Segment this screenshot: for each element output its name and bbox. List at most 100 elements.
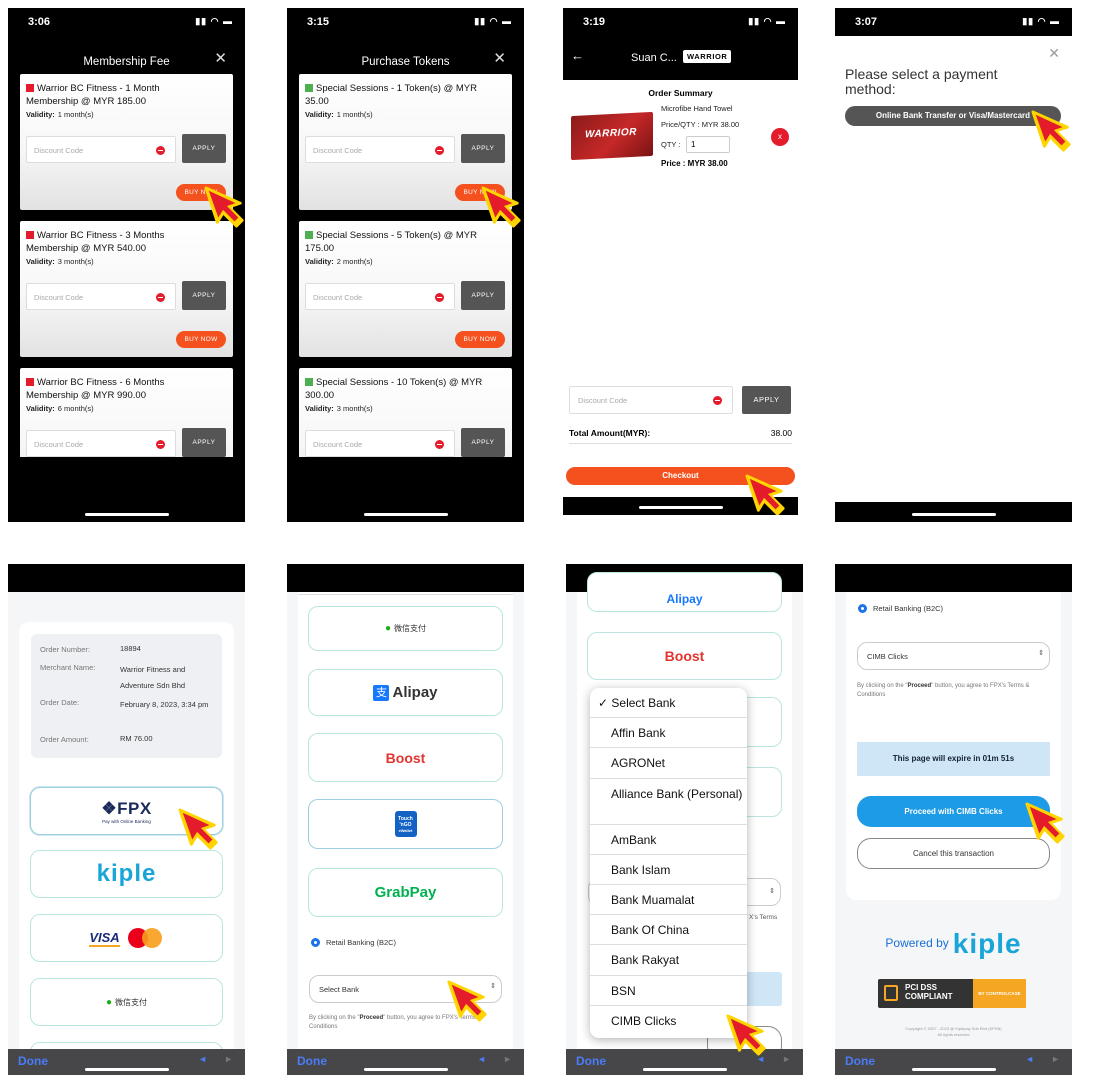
done-button[interactable]: Done xyxy=(576,1054,606,1068)
close-icon[interactable]: ✕ xyxy=(214,51,227,66)
clear-icon[interactable] xyxy=(435,440,444,449)
alipay-option[interactable]: Alipay xyxy=(587,572,782,612)
clear-icon[interactable] xyxy=(435,293,444,302)
touch-n-go-option[interactable]: Touch'nGO eWallet xyxy=(308,799,503,849)
apply-button[interactable]: APPLY xyxy=(182,281,226,310)
discount-code-input[interactable]: Discount Code xyxy=(305,283,455,310)
terms-pre: By clicking on the " xyxy=(309,1015,360,1021)
discount-code-input[interactable]: Discount Code xyxy=(26,283,176,310)
boost-option[interactable]: Boost xyxy=(587,632,782,680)
package-list[interactable]: Warrior BC Fitness - 1 Month Membership @… xyxy=(8,74,245,457)
alipay-option[interactable]: 支 Alipay xyxy=(308,669,503,716)
done-button[interactable]: Done xyxy=(297,1054,327,1068)
alipay-label: Alipay xyxy=(392,684,438,701)
bank-option-bank-muamalat[interactable]: Bank Muamalat xyxy=(590,885,747,916)
apply-button[interactable]: APPLY xyxy=(461,134,505,163)
discount-code-input[interactable]: Discount Code xyxy=(26,430,176,457)
fpx-option[interactable]: ❖FPX Pay with Online Banking xyxy=(30,787,223,835)
card-option[interactable]: VISA xyxy=(30,914,223,962)
discount-code-input[interactable]: Discount Code xyxy=(305,136,455,163)
buy-now-button[interactable]: BUY NOW xyxy=(176,331,226,348)
copyright-line: All rights reserved xyxy=(937,1032,970,1037)
order-date-label: Order Date: xyxy=(40,698,80,707)
package-title: Warrior BC Fitness - 6 Months xyxy=(37,377,165,388)
home-indicator xyxy=(642,1068,727,1071)
token-package-list[interactable]: Special Sessions - 1 Token(s) @ MYR 35.00… xyxy=(287,74,524,457)
prev-field-icon[interactable]: ◄ xyxy=(477,1054,486,1064)
bank-option-bank-islam[interactable]: Bank Islam xyxy=(590,855,747,885)
bank-option-ambank[interactable]: AmBank xyxy=(590,825,747,855)
buy-now-button[interactable]: BUY NOW xyxy=(176,184,226,201)
bank-option-select-bank[interactable]: ✓ Select Bank xyxy=(590,688,747,719)
retail-banking-radio[interactable]: Retail Banking (B2C) xyxy=(858,604,943,613)
qty-input[interactable]: 1 xyxy=(686,136,730,153)
clear-icon[interactable] xyxy=(156,146,165,155)
apply-button[interactable]: APPLY xyxy=(182,428,226,457)
back-icon[interactable]: ← xyxy=(571,48,584,63)
close-icon[interactable]: ✕ xyxy=(493,51,506,66)
validity-value: 3 month(s) xyxy=(336,404,373,413)
validity-value: 2 month(s) xyxy=(336,257,373,266)
bank-option-agronet[interactable]: AGRONet xyxy=(590,748,747,779)
discount-code-input[interactable]: Discount Code xyxy=(305,430,455,457)
wechat-pay-option[interactable]: ● 微信支付 xyxy=(30,978,223,1026)
remove-item-button[interactable]: x xyxy=(771,128,789,146)
apply-button[interactable]: APPLY xyxy=(742,386,791,414)
grabpay-option[interactable]: GrabPay xyxy=(308,868,503,917)
bank-option-alliance[interactable]: Alliance Bank (Personal) xyxy=(590,779,747,825)
buy-now-button[interactable]: BUY NOW xyxy=(455,331,505,348)
status-icons: ▮▮ ◠ ▬ xyxy=(748,16,786,26)
bank-option-bank-of-china[interactable]: Bank Of China xyxy=(590,915,747,946)
discount-code-input[interactable]: Discount Code xyxy=(26,136,176,163)
sheet-title: Membership Fee xyxy=(83,56,170,68)
bank-option-bank-rakyat[interactable]: Bank Rakyat xyxy=(590,945,747,976)
package-card: Warrior BC Fitness - 1 Month Membership @… xyxy=(20,74,233,210)
apply-button[interactable]: APPLY xyxy=(182,134,226,163)
package-card: Special Sessions - 5 Token(s) @ MYR 175.0… xyxy=(299,221,512,357)
next-field-icon[interactable]: ► xyxy=(782,1054,791,1064)
bank-picker-list[interactable]: ✓ Select Bank Affin Bank AGRONet Allianc… xyxy=(590,688,747,1038)
wechat-pay-option[interactable]: ● 微信支付 xyxy=(308,606,503,651)
kiple-logo: kiple xyxy=(952,928,1022,959)
prev-field-icon[interactable]: ◄ xyxy=(756,1054,765,1064)
apply-button[interactable]: APPLY xyxy=(461,281,505,310)
select-bank-dropdown[interactable]: CIMB Clicks ⇕ xyxy=(857,642,1050,670)
kiple-option[interactable]: kiple xyxy=(30,850,223,898)
home-indicator xyxy=(911,513,996,516)
apply-button[interactable]: APPLY xyxy=(461,428,505,457)
package-title: Special Sessions - 5 Token(s) @ MYR xyxy=(316,230,477,241)
status-bar: 3:07 ▮▮ ◠ ▬ xyxy=(835,8,1072,36)
select-bank-dropdown[interactable]: Select Bank ⇕ xyxy=(309,975,502,1003)
prev-field-icon[interactable]: ◄ xyxy=(1025,1054,1034,1064)
buy-now-button[interactable]: BUY NOW xyxy=(455,184,505,201)
bank-option-cimb-clicks[interactable]: CIMB Clicks xyxy=(590,1006,747,1036)
payment-options-screen: ● 微信支付 支 Alipay Boost Touch'nGO eWallet Gra… xyxy=(287,564,524,1075)
next-field-icon[interactable]: ► xyxy=(503,1054,512,1064)
close-icon[interactable]: ✕ xyxy=(1048,45,1060,62)
checkout-button[interactable]: Checkout xyxy=(566,467,795,485)
validity-value: 1 month(s) xyxy=(57,110,94,119)
validity-label: Validity: xyxy=(305,257,334,266)
boost-option[interactable]: Boost xyxy=(308,733,503,782)
clear-icon[interactable] xyxy=(156,293,165,302)
retail-banking-radio[interactable]: Retail Banking (B2C) xyxy=(311,938,396,947)
done-button[interactable]: Done xyxy=(845,1054,875,1068)
clear-icon[interactable] xyxy=(156,440,165,449)
discount-code-input[interactable]: Discount Code xyxy=(569,386,733,414)
prev-field-icon[interactable]: ◄ xyxy=(198,1054,207,1064)
qty-label: QTY : xyxy=(661,140,681,149)
top-bar xyxy=(287,564,524,592)
cancel-transaction-button[interactable]: Cancel this transaction xyxy=(857,838,1050,869)
terms-proceed: Proceed xyxy=(359,1015,384,1021)
clear-icon[interactable] xyxy=(713,396,722,405)
bank-option-bsn[interactable]: BSN xyxy=(590,976,747,1006)
next-field-icon[interactable]: ► xyxy=(1051,1054,1060,1064)
done-button[interactable]: Done xyxy=(18,1054,48,1068)
package-title: Special Sessions - 1 Token(s) @ MYR xyxy=(316,83,477,94)
next-field-icon[interactable]: ► xyxy=(224,1054,233,1064)
purchase-tokens-screen: 3:15 ▮▮ ◠ ▬ Purchase Tokens ✕ Special Ses… xyxy=(287,8,524,522)
proceed-button[interactable]: Proceed with CIMB Clicks xyxy=(857,796,1050,827)
bank-option-affin[interactable]: Affin Bank xyxy=(590,718,747,749)
online-bank-transfer-button[interactable]: Online Bank Transfer or Visa/Mastercard xyxy=(845,106,1061,126)
clear-icon[interactable] xyxy=(435,146,444,155)
